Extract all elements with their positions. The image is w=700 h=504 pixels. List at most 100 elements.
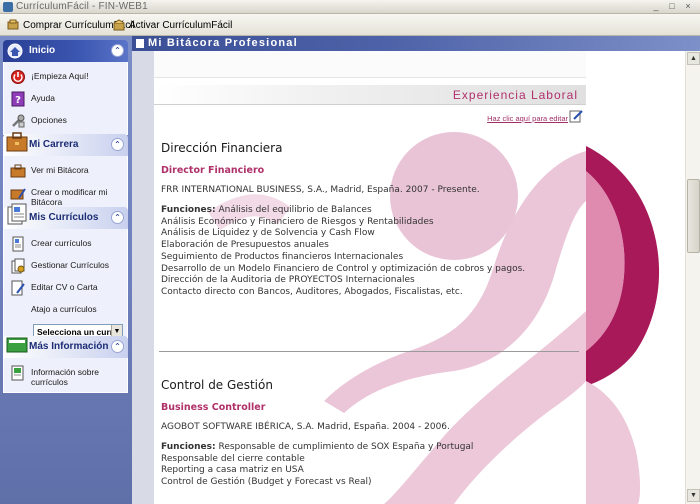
sidebar-item-label: Crear o modificar mi Bitácora — [31, 187, 108, 207]
app-icon — [3, 2, 13, 12]
toolbar: Comprar CurrículumFácil Activar Currícul… — [0, 14, 700, 36]
function-line: Análisis Económico y Financiero de Riesg… — [161, 216, 434, 227]
edit-link[interactable]: Haz clic aquí para editar — [487, 114, 568, 123]
functions-label: Funciones: — [161, 442, 216, 452]
section-header: Experiencia Laboral — [154, 85, 586, 105]
panel-info-header[interactable]: Más Información ⌃ — [3, 336, 128, 358]
sidebar-item-label: Crear currículos — [31, 238, 92, 248]
sidebar-item-editar-cv[interactable]: Editar CV o Carta — [4, 277, 127, 299]
page-icon — [136, 39, 144, 48]
documents-icon — [7, 203, 27, 225]
function-line: Control de Gestión (Budget y Forecast vs… — [161, 477, 372, 488]
job-area: Control de Gestión — [161, 378, 273, 392]
right-margin — [586, 51, 685, 504]
function-line: Análisis del equilibrio de Balances — [218, 205, 372, 215]
pencil-icon[interactable] — [569, 109, 583, 123]
briefcase-icon — [6, 132, 28, 152]
sidebar-item-label: Ver mi Bitácora — [31, 165, 89, 175]
job-role: Business Controller — [161, 402, 266, 413]
sidebar-item-gestionar[interactable]: Gestionar Currículos — [4, 255, 127, 277]
curriculum-select-value: Selecciona un curri — [37, 326, 116, 337]
edit-briefcase-icon — [10, 188, 26, 200]
job-role: Director Financiero — [161, 165, 265, 176]
activate-button[interactable]: Activar CurrículumFácil — [112, 17, 232, 33]
document-page: Experiencia Laboral Haz clic aquí para e… — [154, 51, 586, 504]
title-bar: CurrículumFácil - FIN-WEB1 _ □ × — [0, 0, 700, 14]
sidebar-item-label: Gestionar Currículos — [31, 260, 109, 270]
function-line: Elaboración de Presupuestos anuales — [161, 240, 329, 251]
panel-info-title: Más Información — [29, 341, 109, 352]
job-company: AGOBOT SOFTWARE IBÉRICA, S.A. Madrid, Es… — [161, 422, 450, 432]
maximize-button[interactable]: □ — [666, 1, 678, 12]
job-area: Dirección Financiera — [161, 141, 283, 155]
help-icon: ? — [11, 91, 25, 107]
panel-inicio-body: ¡Empieza Aquí! ? Ayuda Opciones — [3, 62, 128, 135]
function-line: Desarrollo de un Modelo Financiero de Co… — [161, 263, 526, 274]
sidebar-item-label: Atajo a currículos — [31, 304, 97, 314]
sidebar: Inicio ⌃ ¡Empieza Aquí! ? Ayuda Opciones… — [0, 36, 132, 504]
scroll-up-icon[interactable]: ▲ — [687, 52, 700, 65]
info-document-icon — [11, 365, 24, 381]
job-entry: Control de Gestión Business Controller A… — [161, 378, 581, 489]
panel-carrera-header[interactable]: Mi Carrera ⌃ — [3, 132, 128, 156]
panel-curriculos-header[interactable]: Mis Currículos ⌃ — [3, 203, 128, 229]
panel-curriculos: Mis Currículos ⌃ Crear currículos Gestio… — [3, 203, 128, 346]
cart-icon — [7, 19, 19, 30]
collapse-carrera-icon[interactable]: ⌃ — [111, 138, 124, 151]
minimize-button[interactable]: _ — [650, 1, 662, 12]
job-company: FRR INTERNATIONAL BUSINESS, S.A., Madrid… — [161, 185, 480, 195]
home-icon — [7, 43, 23, 59]
panel-info: Más Información ⌃ Información sobre curr… — [3, 336, 128, 393]
panel-inicio-header[interactable]: Inicio ⌃ — [3, 40, 128, 62]
sidebar-item-ver-bitacora[interactable]: Ver mi Bitácora — [4, 160, 127, 182]
vertical-scrollbar[interactable]: ▲ ▼ — [685, 51, 700, 504]
sidebar-item-label: Ayuda — [31, 93, 55, 103]
power-icon — [11, 70, 25, 84]
job-entry: Dirección Financiera Director Financiero… — [161, 141, 581, 299]
collapse-curriculos-icon[interactable]: ⌃ — [111, 211, 124, 224]
svg-text:?: ? — [15, 95, 21, 106]
tools-icon — [12, 114, 25, 128]
panel-carrera-title: Mi Carrera — [29, 139, 79, 150]
panel-curriculos-title: Mis Currículos — [29, 212, 99, 223]
main-header: Mi Bitácora Profesional — [132, 36, 700, 51]
sidebar-item-atajo[interactable]: Atajo a currículos — [4, 299, 127, 321]
panel-curriculos-body: Crear currículos Gestionar Currículos Ed… — [3, 229, 128, 346]
activate-label: Activar CurrículumFácil — [129, 19, 233, 31]
decorative-swoosh-icon — [586, 146, 660, 504]
sidebar-item-label: Información sobre currículos — [31, 367, 100, 387]
function-line: Responsable de cumplimiento de SOX Españ… — [218, 442, 474, 452]
scroll-down-icon[interactable]: ▼ — [687, 489, 700, 502]
function-line: Análisis de Liquidez y de Solvencia y Ca… — [161, 228, 375, 239]
new-document-icon — [12, 236, 24, 252]
manage-documents-icon — [11, 258, 25, 274]
sidebar-item-empieza[interactable]: ¡Empieza Aquí! — [4, 66, 127, 88]
sidebar-item-label: Editar CV o Carta — [31, 282, 98, 292]
divider — [159, 351, 579, 352]
functions-label: Funciones: — [161, 205, 216, 215]
sidebar-item-label: ¡Empieza Aquí! — [31, 71, 89, 81]
collapse-info-icon[interactable]: ⌃ — [111, 340, 124, 353]
scroll-thumb[interactable] — [687, 179, 700, 253]
sidebar-item-ayuda[interactable]: ? Ayuda — [4, 88, 127, 110]
collapse-inicio-icon[interactable]: ⌃ — [111, 44, 124, 57]
shortcut-icon — [10, 302, 26, 318]
edit-document-icon — [11, 280, 25, 296]
function-line: Dirección de la Auditoria de PROYECTOS I… — [161, 275, 415, 286]
job-functions: Funciones: Responsable de cumplimiento d… — [161, 442, 581, 489]
sidebar-item-label: Opciones — [31, 115, 67, 125]
briefcase-small-icon — [10, 164, 26, 178]
book-icon — [6, 337, 28, 353]
page-title: Mi Bitácora Profesional — [148, 37, 298, 49]
section-title: Experiencia Laboral — [452, 88, 578, 102]
close-button[interactable]: × — [682, 1, 694, 12]
panel-info-body: Información sobre currículos — [3, 358, 128, 393]
box-icon — [113, 19, 125, 31]
function-line: Reporting a casa matriz en USA — [161, 465, 304, 476]
function-line: Contacto directo con Bancos, Auditores, … — [161, 286, 463, 297]
sidebar-item-crear-curriculos[interactable]: Crear currículos — [4, 233, 127, 255]
panel-inicio-title: Inicio — [29, 45, 56, 56]
function-line: Responsable del cierre contable — [161, 453, 305, 464]
sidebar-item-info-curriculos[interactable]: Información sobre currículos — [4, 362, 127, 390]
window-title: CurrículumFácil - FIN-WEB1 — [16, 1, 148, 12]
